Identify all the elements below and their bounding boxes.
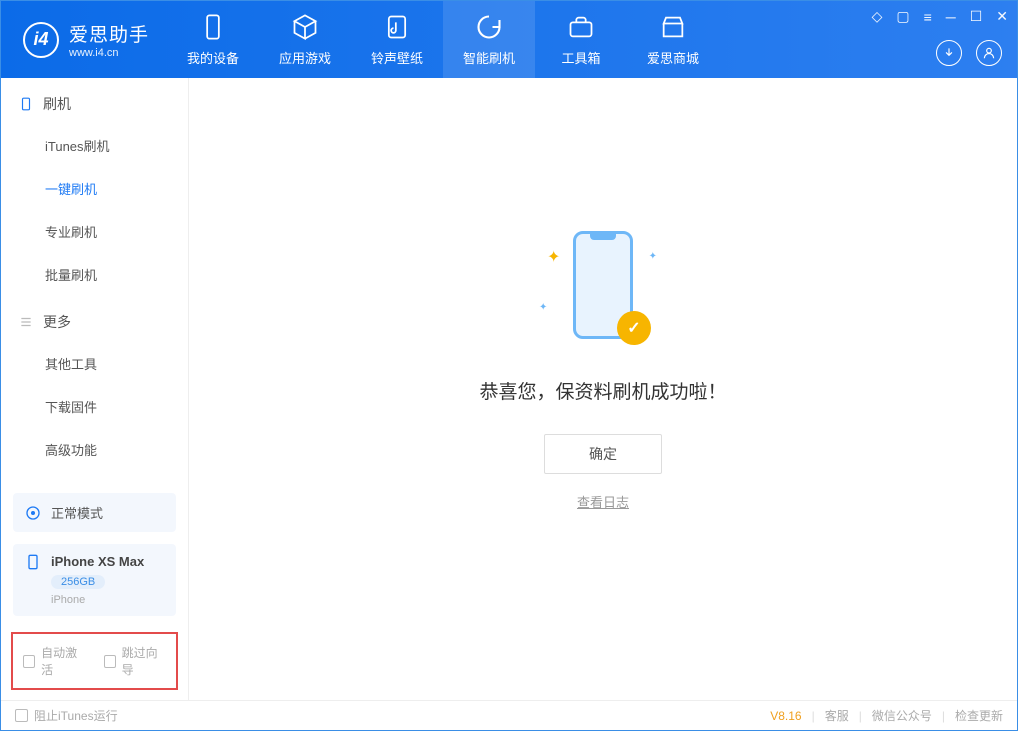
view-log-link[interactable]: 查看日志 xyxy=(577,492,629,511)
header: i4 爱思助手 www.i4.cn 我的设备 应用游戏 铃声壁纸 智能刷机 工具… xyxy=(1,1,1017,78)
cube-icon xyxy=(291,13,319,41)
main-content: ✦ ✦ ✦ ✓ 恭喜您，保资料刷机成功啦！ 确定 查看日志 xyxy=(189,78,1017,700)
device-os: iPhone xyxy=(51,594,144,606)
sparkle-icon: ✦ xyxy=(539,302,547,313)
list-icon xyxy=(19,315,33,329)
sidebar-item-pro-flash[interactable]: 专业刷机 xyxy=(1,210,188,253)
user-icon xyxy=(982,46,996,60)
sidebar-item-advanced[interactable]: 高级功能 xyxy=(1,428,188,471)
auto-activate-checkbox[interactable]: 自动激活 xyxy=(23,644,86,678)
window-controls: ◇ ▢ ≡ ─ ☐ ✕ xyxy=(872,8,1008,25)
sparkle-icon: ✦ xyxy=(649,251,657,262)
refresh-shield-icon xyxy=(475,13,503,41)
checkbox-icon xyxy=(23,655,35,668)
phone-icon xyxy=(199,13,227,41)
app-name: 爱思助手 xyxy=(69,20,149,47)
check-update-link[interactable]: 检查更新 xyxy=(955,707,1003,724)
mode-card[interactable]: 正常模式 xyxy=(13,493,176,532)
nav-my-device[interactable]: 我的设备 xyxy=(167,1,259,78)
nav-toolbox[interactable]: 工具箱 xyxy=(535,1,627,78)
nav-apps[interactable]: 应用游戏 xyxy=(259,1,351,78)
header-right xyxy=(936,40,1002,66)
highlighted-checkbox-row: 自动激活 跳过向导 xyxy=(11,632,178,690)
close-icon[interactable]: ✕ xyxy=(996,8,1008,25)
sidebar-item-download-firmware[interactable]: 下载固件 xyxy=(1,385,188,428)
device-icon xyxy=(19,97,33,111)
toolbox-icon xyxy=(567,13,595,41)
support-link[interactable]: 客服 xyxy=(825,707,849,724)
sparkle-icon: ✦ xyxy=(547,247,560,267)
device-capacity: 256GB xyxy=(51,575,105,589)
sidebar-item-batch-flash[interactable]: 批量刷机 xyxy=(1,253,188,296)
nav-store[interactable]: 爱思商城 xyxy=(627,1,719,78)
check-badge-icon: ✓ xyxy=(617,311,651,345)
block-itunes-checkbox[interactable]: 阻止iTunes运行 xyxy=(15,707,118,724)
music-file-icon xyxy=(383,13,411,41)
wechat-link[interactable]: 微信公众号 xyxy=(872,707,932,724)
download-icon xyxy=(942,46,956,60)
sidebar-group-more: 更多 xyxy=(1,296,188,342)
footer: 阻止iTunes运行 V8.16 | 客服 | 微信公众号 | 检查更新 xyxy=(1,700,1017,730)
success-message: 恭喜您，保资料刷机成功啦！ xyxy=(479,377,726,404)
nav: 我的设备 应用游戏 铃声壁纸 智能刷机 工具箱 爱思商城 xyxy=(167,1,719,78)
minimize-icon[interactable]: ─ xyxy=(946,9,956,25)
ok-button[interactable]: 确定 xyxy=(544,434,662,474)
menu-icon[interactable]: ≡ xyxy=(924,9,932,25)
sidebar: 刷机 iTunes刷机 一键刷机 专业刷机 批量刷机 更多 其他工具 下载固件 … xyxy=(1,78,189,700)
store-icon xyxy=(659,13,687,41)
device-name: iPhone XS Max xyxy=(51,554,144,569)
sidebar-item-oneclick-flash[interactable]: 一键刷机 xyxy=(1,167,188,210)
sidebar-item-itunes-flash[interactable]: iTunes刷机 xyxy=(1,124,188,167)
logo-icon: i4 xyxy=(23,22,59,58)
logo[interactable]: i4 爱思助手 www.i4.cn xyxy=(1,20,167,59)
device-card[interactable]: iPhone XS Max 256GB iPhone xyxy=(13,544,176,616)
app-url: www.i4.cn xyxy=(69,47,149,59)
mode-label: 正常模式 xyxy=(51,503,103,522)
download-button[interactable] xyxy=(936,40,962,66)
sidebar-group-flash: 刷机 xyxy=(1,78,188,124)
shirt-icon[interactable]: ◇ xyxy=(872,8,883,25)
device-small-icon xyxy=(25,554,41,570)
success-illustration: ✦ ✦ ✦ ✓ xyxy=(543,227,663,347)
version-label: V8.16 xyxy=(770,709,801,723)
checkbox-icon xyxy=(104,655,116,668)
maximize-icon[interactable]: ☐ xyxy=(970,8,983,25)
nav-ringtones[interactable]: 铃声壁纸 xyxy=(351,1,443,78)
mode-icon xyxy=(25,505,41,521)
skip-guide-checkbox[interactable]: 跳过向导 xyxy=(104,644,167,678)
profile-button[interactable] xyxy=(976,40,1002,66)
sidebar-item-other-tools[interactable]: 其他工具 xyxy=(1,342,188,385)
note-icon[interactable]: ▢ xyxy=(896,8,909,25)
checkbox-icon xyxy=(15,709,28,722)
nav-flash[interactable]: 智能刷机 xyxy=(443,1,535,78)
